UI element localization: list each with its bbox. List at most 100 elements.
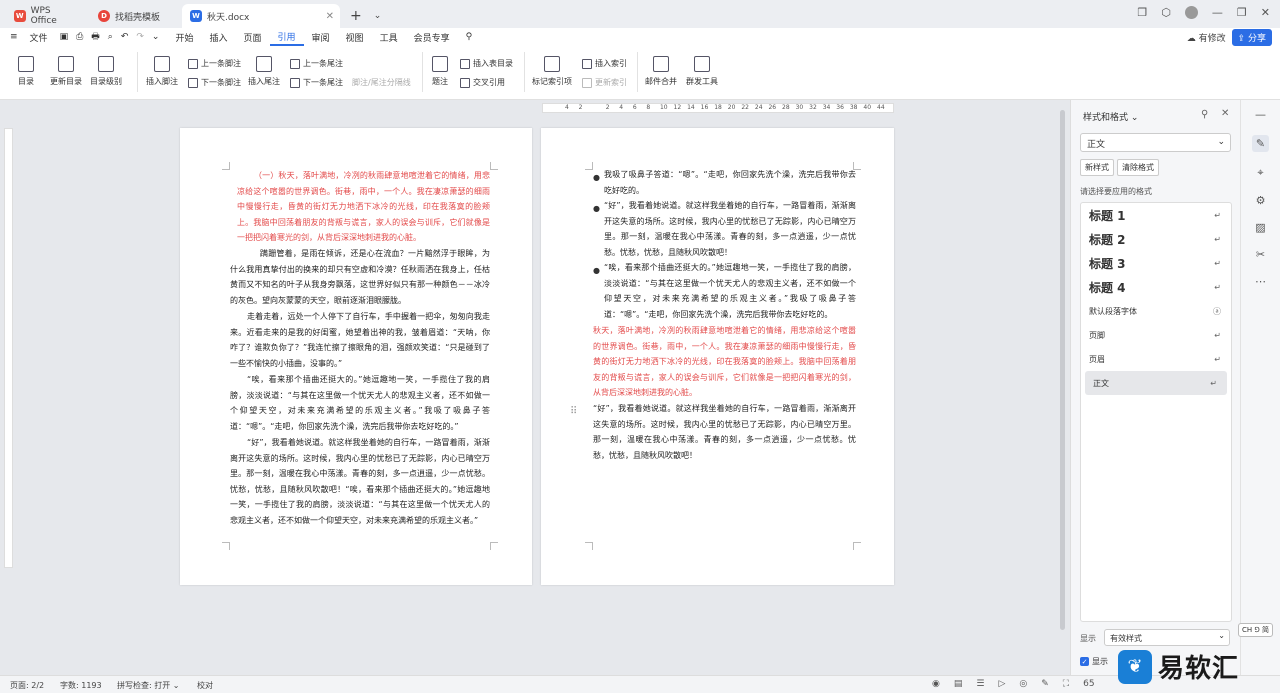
avatar[interactable] [1184, 6, 1198, 19]
adjust-icon[interactable]: ⚙ [1256, 194, 1266, 207]
bullet-item[interactable]: 我吸了吸鼻子答道：“嗯”。“走吧，你回家先洗个澡，洗完后我带你去吃好吃的。 [604, 167, 856, 198]
pen-icon[interactable]: ✎ [1251, 135, 1270, 152]
globe-icon[interactable]: ◎ [1019, 679, 1027, 689]
pin-icon[interactable]: ⚲ [1201, 109, 1208, 120]
menu-insert[interactable]: 插入 [201, 28, 235, 46]
close-panel-icon[interactable]: ✕ [1221, 108, 1229, 119]
vertical-scrollbar[interactable] [1060, 110, 1065, 630]
pen-status-icon[interactable]: ✎ [1041, 679, 1049, 689]
update-index-button[interactable]: 更新索引 [582, 77, 627, 88]
fit-icon[interactable]: ⛶ [1063, 679, 1069, 689]
close-tab-icon[interactable]: ✕ [326, 11, 334, 22]
save-icon[interactable]: ▣ [56, 28, 73, 46]
drag-handle-icon[interactable]: ⠿ [570, 406, 577, 417]
mark-index-button[interactable]: 标记索引项 [532, 56, 572, 87]
update-toc-button[interactable]: 更新目录 [50, 56, 82, 87]
proofread[interactable]: 校对 [197, 680, 213, 691]
next-endnote-button[interactable]: 下一条尾注 [290, 77, 343, 88]
style-item[interactable]: 标题 1 ↵ [1081, 203, 1231, 227]
style-item[interactable]: 标题 3 ↵ [1081, 251, 1231, 275]
cube-icon[interactable]: ⬡ [1161, 6, 1171, 19]
edit-status[interactable]: ☁ 有修改 [1187, 31, 1226, 44]
preview-icon[interactable]: ⌕ [104, 28, 117, 46]
minimize-panel-icon[interactable]: — [1255, 108, 1266, 121]
paragraph[interactable]: “好”，我看着她说道。就这样我坐着她的自行车，一路冒着雨，渐渐离开这失意的场所。… [593, 401, 856, 463]
insert-footnote-button[interactable]: 插入脚注 [146, 56, 178, 87]
current-style-select[interactable]: 正文 ⌄ [1080, 133, 1231, 152]
menu-home[interactable]: 开始 [167, 28, 201, 46]
search-icon[interactable]: ⚲ [458, 28, 481, 46]
horizontal-ruler[interactable]: 4 2 2 4 6 8 10 12 14 16 18 20 22 24 26 28 30 32 34 36 38 40 44 [542, 103, 894, 113]
paragraph-red[interactable]: 秋天，落叶满地，冷冽的秋雨肆意地喧泄着它的情绪，用悲凉给这个喧嚣的世界调色。街巷… [593, 323, 856, 401]
restore-icon[interactable]: ❐ [1237, 6, 1247, 19]
insert-endnote-button[interactable]: 插入尾注 [248, 56, 280, 87]
page-2[interactable]: ● 我吸了吸鼻子答道：“嗯”。“走吧，你回家先洗个澡，洗完后我带你去吃好吃的。 … [541, 128, 894, 585]
share-button[interactable]: ⇪ 分享 [1231, 29, 1272, 46]
menu-view[interactable]: 视图 [338, 28, 372, 46]
export-icon[interactable]: ⎙ [72, 28, 87, 46]
menu-review[interactable]: 审阅 [304, 28, 338, 46]
style-item[interactable]: 标题 4 ↵ [1081, 275, 1231, 299]
next-footnote-button[interactable]: 下一条脚注 [188, 77, 241, 88]
image-icon[interactable]: ▨ [1255, 221, 1265, 234]
outline-view-icon[interactable]: ☰ [976, 679, 984, 689]
hamburger-icon[interactable]: ≡ [0, 28, 22, 46]
tools-icon[interactable]: ✂ [1256, 248, 1265, 261]
show-preview-checkbox[interactable]: ✓ 显示 [1080, 656, 1108, 667]
tab-template[interactable]: D 找稻壳模板 [90, 4, 178, 28]
word-count[interactable]: 字数: 1193 [60, 680, 102, 691]
page-1[interactable]: （一）秋天，落叶满地，冷冽的秋雨肆意地喧泄着它的情绪，用悲凉给这个喧嚣的世界调色… [180, 128, 532, 585]
paragraph[interactable]: 走着走着，远处一个人停下了自行车，手中握着一把伞，匆匆向我走来。近看走来的是我的… [230, 309, 490, 371]
bullet-item[interactable]: “唉，看来那个插曲还挺大的。”她逗趣地一笑，一手揽住了我的肩膀，淡淡说道：“与其… [604, 260, 856, 322]
close-window-icon[interactable]: ✕ [1261, 6, 1270, 19]
paragraph-red[interactable]: （一）秋天，落叶满地，冷冽的秋雨肆意地喧泄着它的情绪，用悲凉给这个喧嚣的世界调色… [237, 168, 490, 246]
style-item[interactable]: 页眉 ↵ [1081, 347, 1231, 371]
cursor-icon[interactable]: ⌖ [1257, 166, 1263, 180]
toc-button[interactable]: 目录 [18, 56, 34, 87]
menu-page[interactable]: 页面 [236, 28, 270, 46]
ime-indicator[interactable]: CH ⅁ 简 [1238, 623, 1274, 637]
paragraph[interactable]: 蹒跚管着，是雨在倾诉，还是心在流血？一片黯然浮于眼眸，为什么我用真挚付出的换来的… [230, 246, 490, 308]
tab-list-chevron-icon[interactable]: ⌄ [372, 4, 384, 28]
paragraph[interactable]: “好”，我看着她说道。就这样我坐着她的自行车，一路冒着雨，渐渐离开这失意的场所。… [230, 435, 490, 528]
page-view-icon[interactable]: ▤ [954, 679, 963, 689]
print-icon[interactable]: 🖶 [87, 28, 104, 46]
prev-footnote-button[interactable]: 上一条脚注 [188, 58, 241, 69]
separator-button[interactable]: 脚注/尾注分隔线 [352, 77, 411, 88]
insert-index-button[interactable]: 插入索引 [582, 58, 627, 69]
menu-member[interactable]: 会员专享 [406, 28, 458, 46]
paragraph[interactable]: “唉，看来那个插曲还挺大的。”她逗趣地一笑，一手揽住了我的肩膀，淡淡说道：“与其… [230, 372, 490, 434]
menu-tools[interactable]: 工具 [372, 28, 406, 46]
minimize-icon[interactable]: — [1212, 6, 1223, 19]
spell-check[interactable]: 拼写检查: 打开 ⌄ [117, 680, 180, 691]
vertical-ruler[interactable] [4, 128, 13, 568]
prev-endnote-button[interactable]: 上一条尾注 [290, 58, 343, 69]
redo-icon[interactable]: ↷ [132, 28, 148, 46]
style-item[interactable]: 页脚 ↵ [1081, 323, 1231, 347]
eye-icon[interactable]: ◉ [932, 679, 940, 689]
caption-button[interactable]: 题注 [432, 56, 448, 87]
document-area[interactable]: 4 2 2 4 6 8 10 12 14 16 18 20 22 24 26 28 30 32 34 36 38 40 44… [0, 100, 1070, 675]
window-layout-icon[interactable]: ❐ [1137, 6, 1147, 19]
tab-document[interactable]: W 秋天.docx ✕ [182, 4, 340, 28]
clear-format-button[interactable]: 清除格式 [1117, 159, 1159, 176]
zoom-level[interactable]: 65 [1083, 679, 1094, 689]
play-icon[interactable]: ▷ [998, 679, 1005, 689]
undo-icon[interactable]: ↶ [117, 28, 133, 46]
bullet-item[interactable]: “好”，我看着她说道。就这样我坐着她的自行车，一路冒着雨，渐渐离开这失意的场所。… [604, 198, 856, 260]
tab-wps-office[interactable]: W WPS Office [6, 4, 86, 28]
more-icon[interactable]: ⋯ [1255, 275, 1266, 288]
style-item[interactable]: 正文 ↵ [1085, 371, 1227, 395]
menu-references[interactable]: 引用 [269, 28, 304, 46]
page-count[interactable]: 页面: 2/2 [10, 680, 44, 691]
group-tools-button[interactable]: 群发工具 [686, 56, 718, 87]
new-tab-button[interactable]: + [344, 4, 368, 28]
toc-level-button[interactable]: 目录级别 [90, 56, 122, 87]
cross-ref-button[interactable]: 交叉引用 [460, 77, 505, 88]
style-item[interactable]: 默认段落字体 ⓐ [1081, 299, 1231, 323]
menu-file[interactable]: 文件 [22, 28, 56, 46]
new-style-button[interactable]: 新样式 [1080, 159, 1114, 176]
insert-table-toc-button[interactable]: 插入表目录 [460, 58, 513, 69]
mail-merge-button[interactable]: 邮件合并 [645, 56, 677, 87]
more-chevron-icon[interactable]: ⌄ [148, 28, 168, 46]
